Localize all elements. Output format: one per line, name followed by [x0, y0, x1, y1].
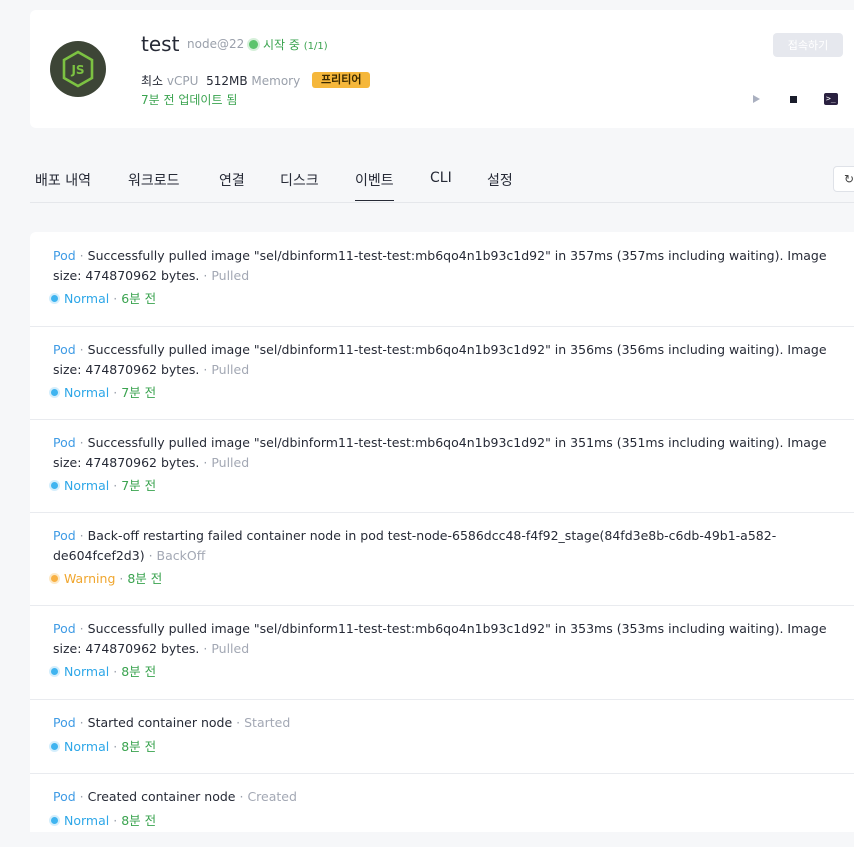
- list-item: Pod · Successfully pulled image "sel/dbi…: [30, 326, 854, 420]
- event-time: 6분 전: [121, 291, 157, 306]
- list-item: Pod · Successfully pulled image "sel/dbi…: [30, 232, 854, 327]
- event-type: Warning: [64, 571, 116, 586]
- event-kind: Pod: [53, 342, 76, 357]
- event-type: Normal: [64, 813, 110, 828]
- runtime-label: node@22: [187, 37, 245, 51]
- status-label: 시작 중: [263, 38, 300, 52]
- tab-workload[interactable]: 워크로드: [128, 170, 180, 190]
- status-dot-icon: [51, 482, 58, 489]
- event-kind: Pod: [53, 248, 76, 263]
- event-kind: Pod: [53, 789, 76, 804]
- event-message: Successfully pulled image "sel/dbinform1…: [53, 342, 827, 377]
- list-item: Pod · Successfully pulled image "sel/dbi…: [30, 605, 854, 700]
- memory-value: 512MB: [206, 74, 248, 88]
- tab-settings[interactable]: 설정: [487, 170, 513, 190]
- status-dot-icon: [51, 743, 58, 750]
- event-kind: Pod: [53, 621, 76, 636]
- tab-connection[interactable]: 연결: [219, 170, 245, 190]
- status-count: (1/1): [303, 41, 328, 52]
- svg-text:JS: JS: [70, 63, 84, 77]
- tab-disk[interactable]: 디스크: [280, 170, 319, 190]
- event-time: 8분 전: [121, 664, 157, 679]
- list-item: Pod · Created container node · Created N…: [51, 789, 297, 828]
- list-item: Pod · Started container node · Started N…: [30, 699, 854, 774]
- event-message: Created container node: [87, 789, 236, 804]
- status-dot-icon: [51, 389, 58, 396]
- events-list: Pod · Successfully pulled image "sel/dbi…: [30, 232, 854, 832]
- warning-dot-icon: [51, 575, 58, 582]
- connect-button[interactable]: 접속하기: [773, 33, 843, 57]
- app-name: test: [141, 32, 180, 56]
- event-time: 7분 전: [121, 478, 157, 493]
- event-time: 8분 전: [127, 571, 163, 586]
- tab-cli[interactable]: CLI: [430, 170, 452, 186]
- refresh-icon[interactable]: ↻: [833, 166, 854, 192]
- event-time: 7분 전: [121, 385, 157, 400]
- tier-badge: 프리티어: [312, 72, 371, 88]
- nodejs-logo-icon: JS: [50, 41, 106, 97]
- status-dot-icon: [51, 668, 58, 675]
- list-item: Pod · Back-off restarting failed contain…: [30, 512, 854, 606]
- tab-deploy-history[interactable]: 배포 내역: [35, 170, 91, 190]
- status-dot-icon: [51, 817, 58, 824]
- spec-line: 최소 vCPU 512MB Memory: [141, 72, 300, 89]
- event-reason: Started: [244, 715, 291, 730]
- cpu-unit: vCPU: [166, 74, 199, 88]
- event-reason: Pulled: [211, 267, 250, 283]
- event-type: Normal: [64, 385, 110, 400]
- event-time: 8분 전: [121, 813, 157, 828]
- event-reason: Pulled: [211, 454, 250, 470]
- tab-bar: 배포 내역 워크로드 연결 디스크 이벤트 CLI 설정: [30, 160, 854, 203]
- event-type: Normal: [64, 739, 110, 754]
- updated-timestamp: 7분 전 업데이트 됨: [141, 93, 238, 107]
- event-reason: Created: [247, 789, 297, 804]
- event-reason: BackOff: [156, 547, 206, 563]
- stop-icon[interactable]: [785, 91, 801, 107]
- event-type: Normal: [64, 664, 110, 679]
- event-type: Normal: [64, 478, 110, 493]
- terminal-icon[interactable]: >_: [823, 91, 839, 107]
- memory-unit: Memory: [251, 74, 301, 88]
- status-dot-icon: [249, 40, 258, 49]
- event-kind: Pod: [53, 528, 76, 543]
- list-item: Pod · Successfully pulled image "sel/dbi…: [30, 419, 854, 513]
- event-message: Started container node: [87, 715, 233, 730]
- tab-events[interactable]: 이벤트: [355, 170, 394, 201]
- event-reason: Pulled: [211, 640, 250, 656]
- event-reason: Pulled: [211, 361, 250, 377]
- event-message: Successfully pulled image "sel/dbinform1…: [53, 435, 827, 470]
- event-kind: Pod: [53, 715, 76, 730]
- cpu-label: 최소: [141, 74, 164, 88]
- app-header-card: JS test node@22 시작 중 (1/1) 최소 vCPU 512MB…: [30, 10, 854, 128]
- play-icon[interactable]: [748, 91, 764, 107]
- status-dot-icon: [51, 295, 58, 302]
- status-badge: 시작 중 (1/1): [263, 36, 328, 53]
- event-type: Normal: [64, 291, 110, 306]
- event-kind: Pod: [53, 435, 76, 450]
- event-message: Successfully pulled image "sel/dbinform1…: [53, 621, 827, 656]
- event-time: 8분 전: [121, 739, 157, 754]
- event-message: Successfully pulled image "sel/dbinform1…: [53, 248, 827, 283]
